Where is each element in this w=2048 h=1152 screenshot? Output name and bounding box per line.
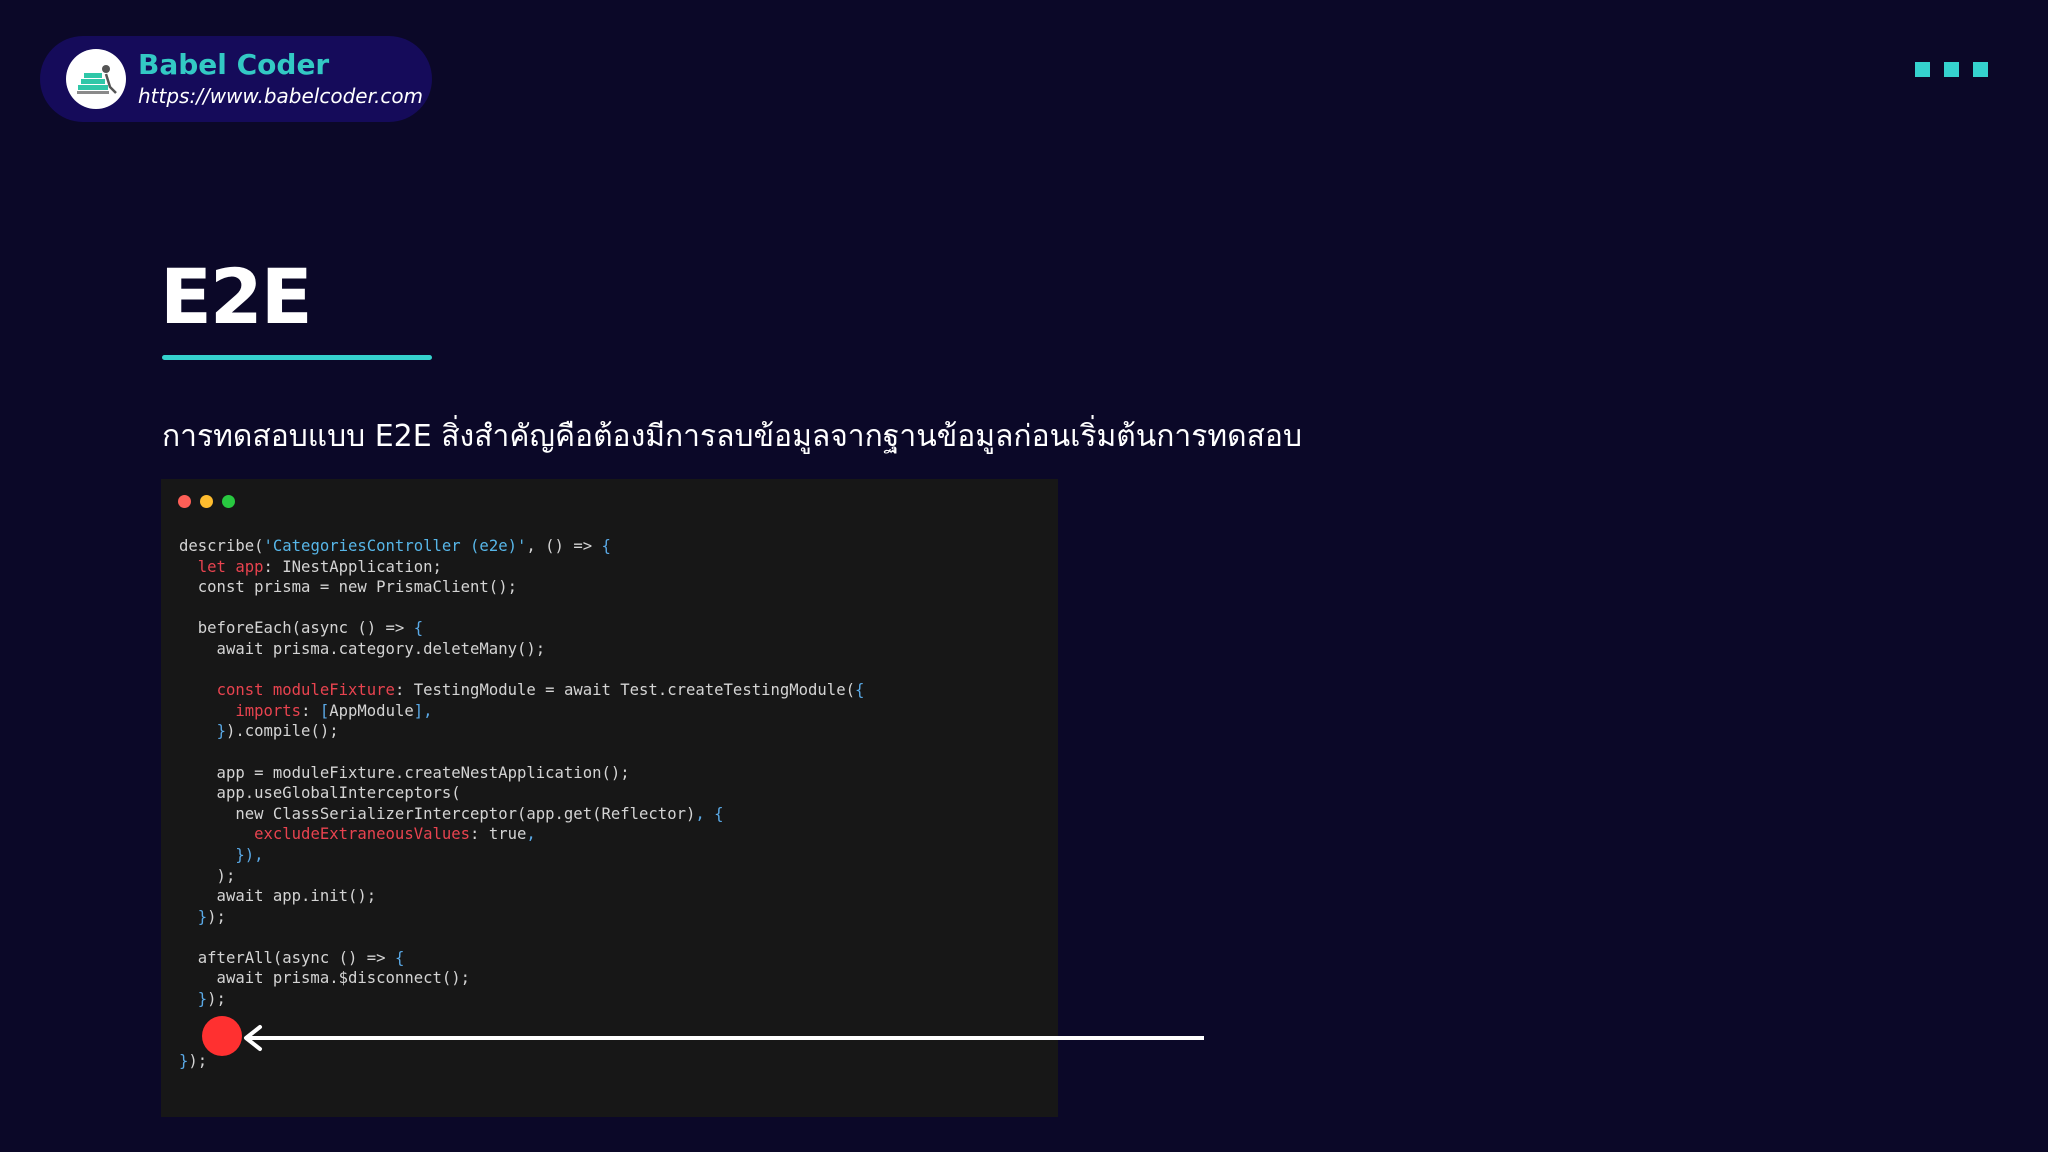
code-line: afterAll(async () => { xyxy=(179,948,864,969)
slide-subtitle: การทดสอบแบบ E2E สิ่งสำคัญคือต้องมีการลบข… xyxy=(162,419,1302,454)
code-token: await prisma.category.deleteMany(); xyxy=(179,639,546,658)
brand-badge[interactable]: Babel Coder https://www.babelcoder.com xyxy=(40,36,432,122)
code-line: beforeEach(async () => { xyxy=(179,618,864,639)
code-token: ); xyxy=(179,866,236,885)
title-underline xyxy=(162,355,432,360)
code-token: : TestingModule = await Test.createTesti… xyxy=(394,681,855,700)
slide-title: E2E xyxy=(160,252,313,341)
close-dot-icon xyxy=(178,495,191,508)
code-line: let app: INestApplication; xyxy=(179,557,864,578)
code-token: { xyxy=(394,948,405,967)
code-token: : true xyxy=(470,825,527,844)
code-line: }).compile(); xyxy=(179,721,864,742)
code-token: , xyxy=(526,825,536,844)
code-token: ); xyxy=(207,907,226,926)
maximize-dot-icon xyxy=(222,495,235,508)
code-token: app = moduleFixture.createNestApplicatio… xyxy=(179,763,630,782)
code-line: const moduleFixture: TestingModule = awa… xyxy=(179,680,865,701)
code-token: : INestApplication; xyxy=(263,557,442,576)
code-token: const prisma = new PrismaClient(); xyxy=(179,578,517,597)
code-token: beforeEach(async () => xyxy=(179,619,414,638)
code-token: AppModule xyxy=(329,701,414,720)
code-line: await prisma.$disconnect(); xyxy=(179,968,864,989)
code-token: , { xyxy=(695,804,724,823)
code-token: }), xyxy=(235,845,264,864)
code-token: } xyxy=(197,907,208,926)
code-token: { xyxy=(413,619,424,638)
code-token: const moduleFixture xyxy=(216,681,395,700)
code-line: await app.init(); xyxy=(179,886,864,907)
code-line: app = moduleFixture.createNestApplicatio… xyxy=(179,763,864,784)
code-token: afterAll(async () => xyxy=(179,948,395,967)
code-line: imports: [AppModule], xyxy=(179,701,864,722)
code-line: const prisma = new PrismaClient(); xyxy=(179,577,864,598)
minimize-dot-icon xyxy=(200,495,213,508)
code-token: 'CategoriesController (e2e)' xyxy=(263,537,527,555)
code-token: : xyxy=(301,701,320,720)
code-token: ).compile(); xyxy=(225,722,339,741)
code-token: } xyxy=(179,1051,189,1070)
slide: Babel Coder https://www.babelcoder.com E… xyxy=(0,0,2048,1152)
code-block: describe('CategoriesController (e2e)', (… xyxy=(179,536,864,1071)
code-token: , () => xyxy=(526,537,602,555)
code-token: { xyxy=(854,681,865,700)
menu-square xyxy=(1944,62,1959,77)
brand-url[interactable]: https://www.babelcoder.com xyxy=(138,84,423,108)
code-window: describe('CategoriesController (e2e)', (… xyxy=(161,479,1058,1117)
menu-square xyxy=(1915,62,1930,77)
menu-square xyxy=(1973,62,1988,77)
code-token: excludeExtraneousValues xyxy=(254,825,471,844)
code-token: await prisma.$disconnect(); xyxy=(179,969,471,988)
code-line: }); xyxy=(179,1051,864,1072)
code-token: ); xyxy=(188,1051,208,1070)
code-line: excludeExtraneousValues: true, xyxy=(179,824,864,845)
code-line: }); xyxy=(179,907,864,928)
code-line: new ClassSerializerInterceptor(app.get(R… xyxy=(179,804,864,825)
babel-coder-logo xyxy=(66,49,126,109)
code-token: [ xyxy=(319,701,330,720)
three-squares-menu-icon[interactable] xyxy=(1915,62,1988,77)
code-line: }), xyxy=(179,845,864,866)
code-token: app.useGlobalInterceptors( xyxy=(179,784,461,803)
code-token: } xyxy=(197,990,208,1009)
code-token: { xyxy=(601,537,611,555)
code-token: await app.init(); xyxy=(179,887,377,906)
code-token: describe( xyxy=(179,537,264,555)
code-line: app.useGlobalInterceptors( xyxy=(179,783,864,804)
window-controls xyxy=(178,495,235,508)
code-token: ], xyxy=(413,701,433,720)
code-line: ); xyxy=(179,866,864,887)
code-line: await prisma.category.deleteMany(); xyxy=(179,639,864,660)
brand-name: Babel Coder xyxy=(138,48,330,81)
code-line: describe('CategoriesController (e2e)', (… xyxy=(179,536,864,557)
code-token: let app xyxy=(197,557,264,576)
code-token: new ClassSerializerInterceptor(app.get(R… xyxy=(179,804,696,823)
code-token: } xyxy=(216,722,226,741)
code-token: ); xyxy=(207,990,226,1009)
code-line: }); xyxy=(179,989,864,1010)
code-token: imports xyxy=(235,701,302,720)
